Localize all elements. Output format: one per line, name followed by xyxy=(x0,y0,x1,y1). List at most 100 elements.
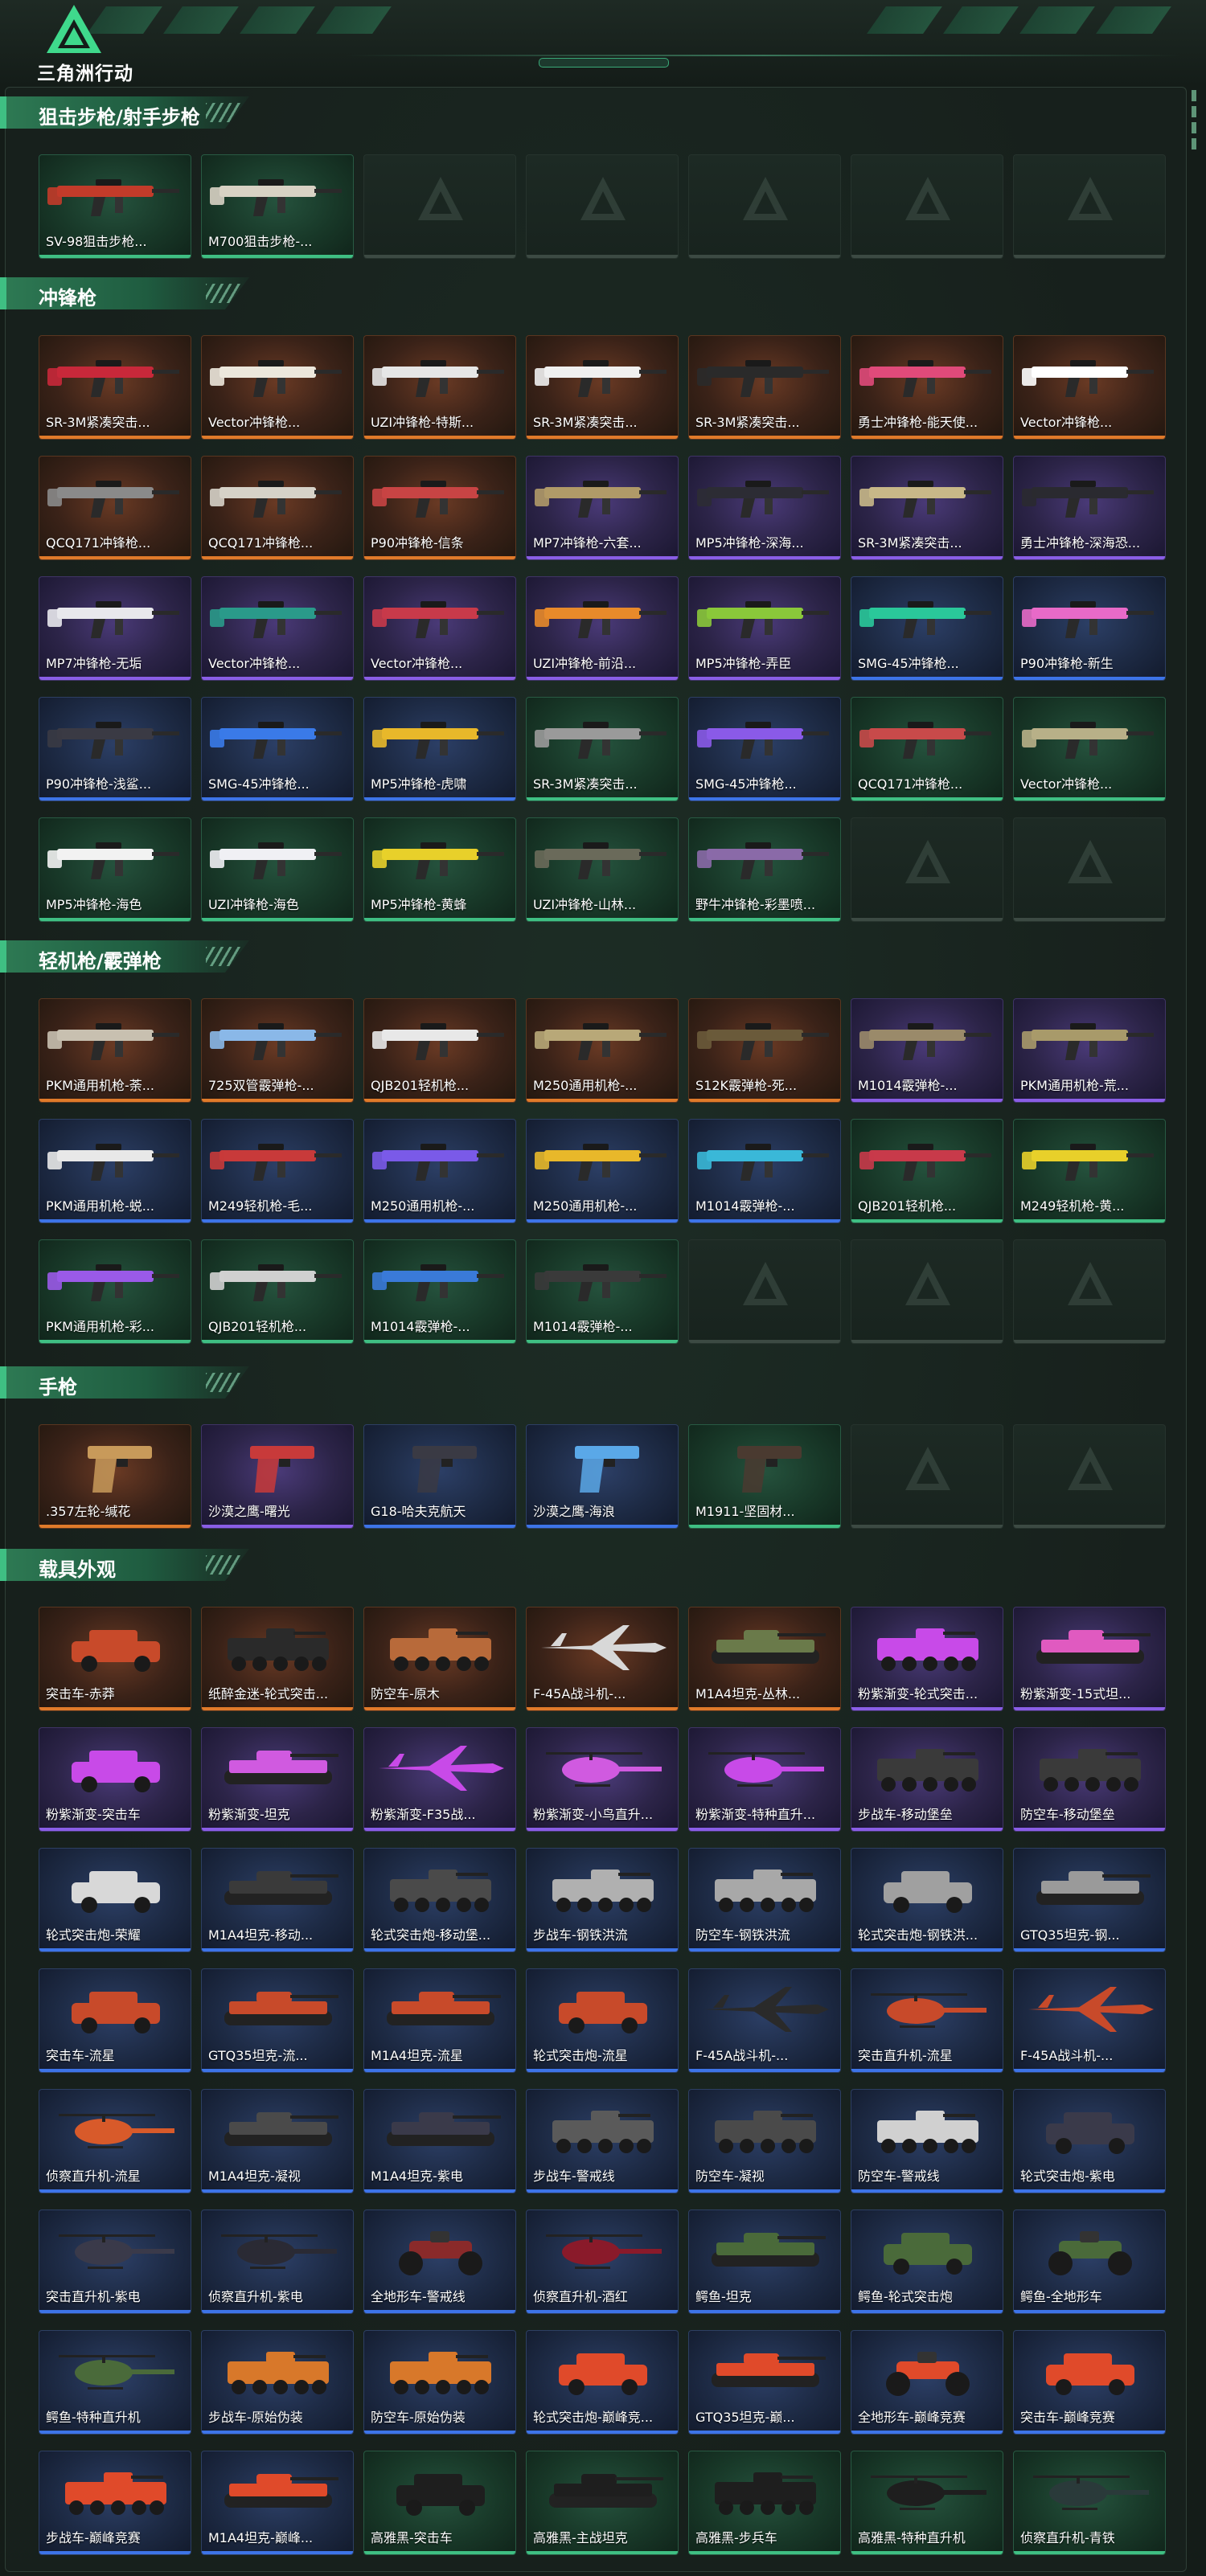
weapon-skin-card[interactable]: UZI冲锋枪-特斯... xyxy=(363,335,516,440)
vehicle-skin-card[interactable]: 防空车-钢铁洪流 xyxy=(688,1848,841,1952)
weapon-skin-card[interactable]: M250通用机枪-... xyxy=(526,998,679,1103)
weapon-skin-card[interactable]: MP7冲锋枪-六套... xyxy=(526,456,679,560)
vehicle-skin-card[interactable]: 突击直升机-紫电 xyxy=(39,2209,191,2314)
weapon-skin-card[interactable]: SMG-45冲锋枪... xyxy=(851,576,1003,681)
vehicle-skin-card[interactable]: 轮式突击炮-巅峰竞... xyxy=(526,2330,679,2435)
vehicle-skin-card[interactable]: GTQ35坦克-巅... xyxy=(688,2330,841,2435)
weapon-skin-card[interactable]: M1911-坚固材... xyxy=(688,1424,841,1529)
weapon-skin-card[interactable]: 野牛冲锋枪-彩墨喷... xyxy=(688,817,841,922)
vehicle-skin-card[interactable]: M1A4坦克-移动... xyxy=(201,1848,354,1952)
vehicle-skin-card[interactable]: 高雅黑-步兵车 xyxy=(688,2451,841,2555)
vehicle-skin-card[interactable]: 粉紫渐变-坦克 xyxy=(201,1727,354,1832)
weapon-skin-card[interactable]: SR-3M紧凑突击... xyxy=(688,335,841,440)
weapon-skin-card[interactable]: UZI冲锋枪-海色 xyxy=(201,817,354,922)
vehicle-skin-card[interactable]: 侦察直升机-流星 xyxy=(39,2089,191,2193)
weapon-skin-card[interactable]: Vector冲锋枪... xyxy=(201,335,354,440)
weapon-skin-card[interactable]: MP5冲锋枪-黄蜂 xyxy=(363,817,516,922)
weapon-skin-card[interactable]: UZI冲锋枪-前沿... xyxy=(526,576,679,681)
weapon-skin-card[interactable]: SR-3M紧凑突击... xyxy=(526,697,679,801)
weapon-skin-card[interactable]: Vector冲锋枪... xyxy=(1013,697,1166,801)
vehicle-skin-card[interactable]: 突击车-赤莽 xyxy=(39,1607,191,1711)
weapon-skin-card[interactable]: M249轻机枪-黄... xyxy=(1013,1119,1166,1223)
vehicle-skin-card[interactable]: 步战车-原始伪装 xyxy=(201,2330,354,2435)
vehicle-skin-card[interactable]: F-45A战斗机-... xyxy=(688,1968,841,2073)
weapon-skin-card[interactable]: QCQ171冲锋枪... xyxy=(201,456,354,560)
weapon-skin-card[interactable]: SV-98狙击步枪... xyxy=(39,154,191,259)
vehicle-skin-card[interactable]: M1A4坦克-紫电 xyxy=(363,2089,516,2193)
vehicle-skin-card[interactable]: F-45A战斗机-... xyxy=(1013,1968,1166,2073)
vehicle-skin-card[interactable]: 轮式突击炮-移动堡... xyxy=(363,1848,516,1952)
vehicle-skin-card[interactable]: 粉紫渐变-轮式突击... xyxy=(851,1607,1003,1711)
weapon-skin-card[interactable]: .357左轮-缄花 xyxy=(39,1424,191,1529)
weapon-skin-card[interactable]: P90冲锋枪-信条 xyxy=(363,456,516,560)
weapon-skin-card[interactable]: SR-3M紧凑突击... xyxy=(526,335,679,440)
weapon-skin-card[interactable]: Vector冲锋枪... xyxy=(201,576,354,681)
vehicle-skin-card[interactable]: 粉紫渐变-突击车 xyxy=(39,1727,191,1832)
vehicle-skin-card[interactable]: M1A4坦克-丛林... xyxy=(688,1607,841,1711)
vehicle-skin-card[interactable]: 防空车-原木 xyxy=(363,1607,516,1711)
vehicle-skin-card[interactable]: GTQ35坦克-钢... xyxy=(1013,1848,1166,1952)
vehicle-skin-card[interactable]: M1A4坦克-凝视 xyxy=(201,2089,354,2193)
vehicle-skin-card[interactable]: 粉紫渐变-特种直升... xyxy=(688,1727,841,1832)
weapon-skin-card[interactable]: Vector冲锋枪... xyxy=(363,576,516,681)
weapon-skin-card[interactable]: 勇士冲锋枪-深海恐... xyxy=(1013,456,1166,560)
weapon-skin-card[interactable]: M250通用机枪-... xyxy=(363,1119,516,1223)
vehicle-skin-card[interactable]: M1A4坦克-流星 xyxy=(363,1968,516,2073)
weapon-skin-card[interactable]: SMG-45冲锋枪... xyxy=(688,697,841,801)
weapon-skin-card[interactable]: PKM通用机枪-荼... xyxy=(39,998,191,1103)
vehicle-skin-card[interactable]: 防空车-原始伪装 xyxy=(363,2330,516,2435)
vehicle-skin-card[interactable]: 防空车-凝视 xyxy=(688,2089,841,2193)
vehicle-skin-card[interactable]: M1A4坦克-巅峰... xyxy=(201,2451,354,2555)
weapon-skin-card[interactable]: M1014霰弹枪-... xyxy=(526,1239,679,1344)
vehicle-skin-card[interactable]: 鳄鱼-全地形车 xyxy=(1013,2209,1166,2314)
vehicle-skin-card[interactable]: 鳄鱼-坦克 xyxy=(688,2209,841,2314)
weapon-skin-card[interactable]: M1014霰弹枪-... xyxy=(688,1119,841,1223)
weapon-skin-card[interactable]: QCQ171冲锋枪... xyxy=(39,456,191,560)
weapon-skin-card[interactable]: QJB201轻机枪... xyxy=(201,1239,354,1344)
weapon-skin-card[interactable]: MP5冲锋枪-海色 xyxy=(39,817,191,922)
weapon-skin-card[interactable]: SMG-45冲锋枪... xyxy=(201,697,354,801)
weapon-skin-card[interactable]: S12K霰弹枪-死... xyxy=(688,998,841,1103)
weapon-skin-card[interactable]: 沙漠之鹰-曙光 xyxy=(201,1424,354,1529)
weapon-skin-card[interactable]: PKM通用机枪-蜕... xyxy=(39,1119,191,1223)
vehicle-skin-card[interactable]: 侦察直升机-青铁 xyxy=(1013,2451,1166,2555)
scroll-indicator[interactable] xyxy=(1188,87,1200,2570)
weapon-skin-card[interactable]: MP5冲锋枪-虎啸 xyxy=(363,697,516,801)
weapon-skin-card[interactable]: M250通用机枪-... xyxy=(526,1119,679,1223)
weapon-skin-card[interactable]: 沙漠之鹰-海浪 xyxy=(526,1424,679,1529)
weapon-skin-card[interactable]: M1014霰弹枪-... xyxy=(851,998,1003,1103)
weapon-skin-card[interactable]: PKM通用机枪-彩... xyxy=(39,1239,191,1344)
weapon-skin-card[interactable]: MP5冲锋枪-深海... xyxy=(688,456,841,560)
vehicle-skin-card[interactable]: 轮式突击炮-紫电 xyxy=(1013,2089,1166,2193)
vehicle-skin-card[interactable]: 鳄鱼-轮式突击炮 xyxy=(851,2209,1003,2314)
weapon-skin-card[interactable]: M700狙击步枪-... xyxy=(201,154,354,259)
vehicle-skin-card[interactable]: 步战车-巅峰竞赛 xyxy=(39,2451,191,2555)
vehicle-skin-card[interactable]: F-45A战斗机-... xyxy=(526,1607,679,1711)
weapon-skin-card[interactable]: PKM通用机枪-荒... xyxy=(1013,998,1166,1103)
vehicle-skin-card[interactable]: 突击车-流星 xyxy=(39,1968,191,2073)
vehicle-skin-card[interactable]: 全地形车-警戒线 xyxy=(363,2209,516,2314)
weapon-skin-card[interactable]: SR-3M紧凑突击... xyxy=(851,456,1003,560)
weapon-skin-card[interactable]: SR-3M紧凑突击... xyxy=(39,335,191,440)
vehicle-skin-card[interactable]: 步战车-警戒线 xyxy=(526,2089,679,2193)
vehicle-skin-card[interactable]: 突击车-巅峰竞赛 xyxy=(1013,2330,1166,2435)
weapon-skin-card[interactable]: QCQ171冲锋枪... xyxy=(851,697,1003,801)
vehicle-skin-card[interactable]: 高雅黑-主战坦克 xyxy=(526,2451,679,2555)
vehicle-skin-card[interactable]: 步战车-移动堡垒 xyxy=(851,1727,1003,1832)
weapon-skin-card[interactable]: UZI冲锋枪-山林... xyxy=(526,817,679,922)
weapon-skin-card[interactable]: QJB201轻机枪... xyxy=(363,998,516,1103)
vehicle-skin-card[interactable]: GTQ35坦克-流... xyxy=(201,1968,354,2073)
vehicle-skin-card[interactable]: 鳄鱼-特种直升机 xyxy=(39,2330,191,2435)
weapon-skin-card[interactable]: P90冲锋枪-新生 xyxy=(1013,576,1166,681)
weapon-skin-card[interactable]: MP5冲锋枪-弄臣 xyxy=(688,576,841,681)
vehicle-skin-card[interactable]: 高雅黑-特种直升机 xyxy=(851,2451,1003,2555)
weapon-skin-card[interactable]: M1014霰弹枪-... xyxy=(363,1239,516,1344)
weapon-skin-card[interactable]: QJB201轻机枪... xyxy=(851,1119,1003,1223)
vehicle-skin-card[interactable]: 粉紫渐变-小鸟直升... xyxy=(526,1727,679,1832)
vehicle-skin-card[interactable]: 轮式突击炮-流星 xyxy=(526,1968,679,2073)
vehicle-skin-card[interactable]: 侦察直升机-酒红 xyxy=(526,2209,679,2314)
vehicle-skin-card[interactable]: 防空车-移动堡垒 xyxy=(1013,1727,1166,1832)
vehicle-skin-card[interactable]: 轮式突击炮-荣耀 xyxy=(39,1848,191,1952)
weapon-skin-card[interactable]: G18-哈夫克航天 xyxy=(363,1424,516,1529)
vehicle-skin-card[interactable]: 步战车-钢铁洪流 xyxy=(526,1848,679,1952)
